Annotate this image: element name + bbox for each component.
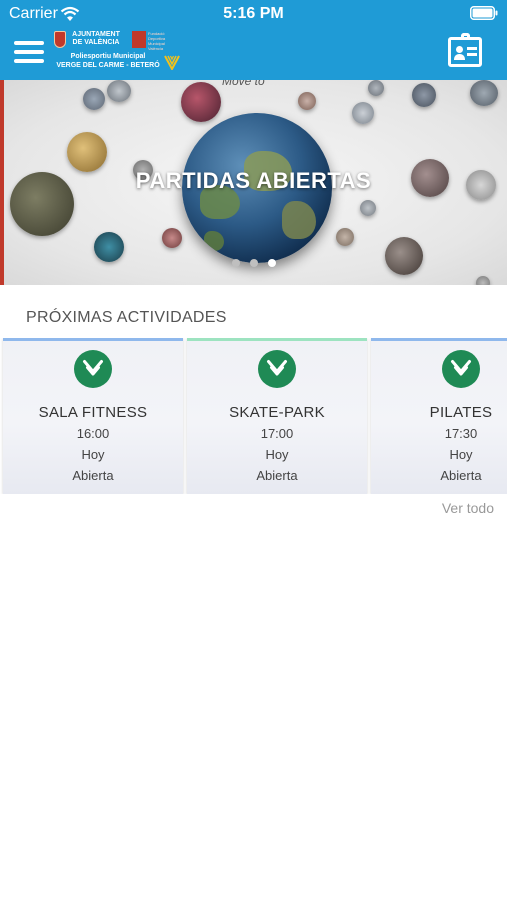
player-photo (470, 80, 498, 106)
player-photo (94, 232, 124, 262)
carousel-dots (0, 259, 507, 267)
player-photo (83, 88, 105, 110)
activity-time: 17:30 (444, 426, 478, 441)
player-photo (352, 102, 374, 124)
player-photo (162, 228, 182, 248)
player-photo (181, 82, 221, 122)
ajuntament-text: AJUNTAMENT (72, 31, 120, 38)
activity-status: Abierta (440, 468, 482, 483)
ajuntament-text-2: DE VALÈNCIA (72, 39, 120, 46)
carousel-dot[interactable] (249, 259, 258, 267)
ajuntament-logo: AJUNTAMENT DE VALÈNCIA (52, 30, 122, 50)
player-photo (107, 80, 131, 102)
player-photo (385, 237, 423, 275)
activity-day: Hoy (265, 447, 289, 462)
activity-time: 16:00 (76, 426, 110, 441)
check-circle-icon (74, 350, 112, 388)
section-title: PRÓXIMAS ACTIVIDADES (26, 309, 227, 326)
card-accent (187, 338, 367, 341)
player-photo (368, 80, 384, 96)
player-photo (67, 132, 107, 172)
poliesportiu-line1: Poliesportiu Municipal (70, 53, 146, 60)
fundacio-mark-icon (132, 31, 146, 48)
check-circle-icon (442, 350, 480, 388)
carousel-dot-active[interactable] (267, 259, 276, 267)
navigation-bar: Carrier 5:16 PM AJUNTAMENT DE VALÈNCIA F… (0, 0, 507, 80)
battery-icon (470, 6, 498, 20)
activity-day: Hoy (81, 447, 105, 462)
valencia-shield-icon (54, 31, 66, 48)
poliesportiu-logo: AJUNTAMENT DE VALÈNCIA Fundació Deportiv… (52, 30, 180, 74)
activity-card[interactable]: SKATE-PARK 17:00 Hoy Abierta (187, 338, 367, 494)
poliesportiu-line2: VERGE DEL CARME - BETERÓ (56, 62, 160, 69)
id-card-icon[interactable] (448, 33, 482, 67)
activities-list: SALA FITNESS 16:00 Hoy Abierta SKATE-PAR… (0, 338, 507, 494)
banner-top-text: Move to (222, 80, 265, 88)
activity-time: 17:00 (260, 426, 294, 441)
status-bar: Carrier 5:16 PM (0, 0, 507, 28)
status-time: 5:16 PM (223, 5, 284, 22)
fundacio-logo: Fundació Deportiva Municipal València (132, 30, 180, 51)
card-accent (371, 338, 507, 341)
carousel-dot[interactable] (231, 259, 240, 267)
poliesportiu-name: Poliesportiu Municipal VERGE DEL CARME -… (52, 53, 180, 70)
v-mark-icon (164, 55, 180, 70)
activity-name: SKATE-PARK (229, 404, 325, 421)
fundacio-text-4: València (148, 46, 164, 51)
player-photo (412, 83, 436, 107)
menu-icon[interactable] (14, 41, 44, 63)
player-photo (298, 92, 316, 110)
player-photo (336, 228, 354, 246)
player-photo (476, 276, 490, 285)
activity-card[interactable]: SALA FITNESS 16:00 Hoy Abierta (3, 338, 183, 494)
activity-name: SALA FITNESS (38, 404, 148, 421)
activity-status: Abierta (256, 468, 298, 483)
activity-card[interactable]: PILATES 17:30 Hoy Abierta (371, 338, 507, 494)
check-circle-icon (258, 350, 296, 388)
promo-carousel[interactable]: Move to PARTIDAS ABIERTAS (0, 80, 507, 285)
activity-name: PILATES (429, 404, 493, 421)
see-all-link[interactable]: Ver todo (442, 500, 494, 516)
activity-day: Hoy (449, 447, 473, 462)
card-accent (3, 338, 183, 341)
activity-status: Abierta (72, 468, 114, 483)
player-photo (360, 200, 376, 216)
banner-title: PARTIDAS ABIERTAS (135, 168, 372, 193)
